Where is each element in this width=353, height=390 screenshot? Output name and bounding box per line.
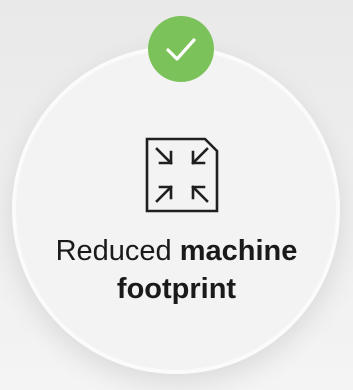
shrink-arrows-icon xyxy=(145,137,219,213)
feature-title-regular: Reduced xyxy=(55,235,172,267)
checkmark-icon xyxy=(166,38,196,61)
feature-title: Reduced machine footprint xyxy=(0,232,353,308)
feature-title-bold-line1: machine xyxy=(179,235,298,267)
feature-title-bold-line2: footprint xyxy=(116,273,237,305)
checkmark-badge xyxy=(148,16,214,82)
